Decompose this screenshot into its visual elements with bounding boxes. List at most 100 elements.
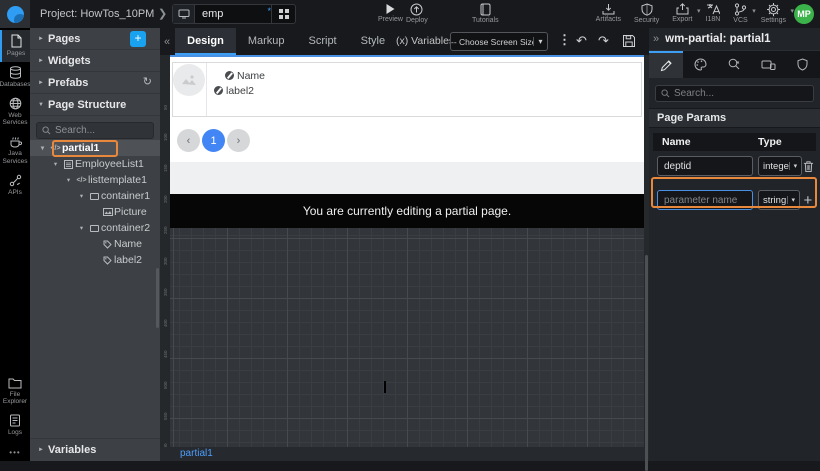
- open-file-tab[interactable]: emp *: [172, 4, 296, 24]
- artifacts-icon: [602, 3, 615, 15]
- picture-cell[interactable]: [173, 63, 207, 116]
- project-name: Project: HowTos_10PM: [40, 8, 154, 20]
- tree-arrow-icon[interactable]: ▾: [36, 144, 49, 152]
- translate-icon: [706, 3, 720, 15]
- chevron-right-icon[interactable]: ❯: [158, 7, 167, 20]
- tree-scrollbar[interactable]: [156, 268, 159, 328]
- section-variables[interactable]: ► Variables: [30, 438, 160, 461]
- delete-param-button[interactable]: [802, 160, 816, 173]
- rail-item-file-explorer[interactable]: File Explorer: [0, 373, 30, 411]
- add-page-button[interactable]: +: [130, 31, 146, 47]
- list-pagination: ‹ 1 ›: [177, 129, 250, 152]
- preview-button[interactable]: Preview: [378, 3, 403, 23]
- section-pages[interactable]: ► Pages +: [30, 28, 160, 50]
- tree-item-listtemplate1[interactable]: ▾ </> listtemplate1: [30, 172, 160, 188]
- page-structure-tree: ▾ </> partial1 ▾ EmployeeList1 ▾ </> lis…: [30, 140, 160, 268]
- tab-devices[interactable]: [752, 51, 786, 78]
- undo-button[interactable]: ↶: [576, 33, 587, 49]
- tree-item-name[interactable]: Name: [30, 236, 160, 252]
- redo-button[interactable]: ↷: [598, 33, 609, 49]
- tab-design[interactable]: Design: [175, 28, 236, 55]
- name-label-widget[interactable]: Name: [207, 68, 641, 83]
- structure-search-input[interactable]: [55, 125, 145, 136]
- properties-search-input[interactable]: [674, 88, 794, 99]
- section-page-structure[interactable]: ▼ Page Structure: [30, 94, 160, 116]
- security-button[interactable]: Security: [634, 3, 659, 24]
- rail-item-web-services[interactable]: Web Services: [0, 93, 30, 132]
- page-params-section-header[interactable]: Page Params: [649, 108, 820, 128]
- canvas-grid-area[interactable]: [170, 228, 644, 447]
- properties-panel: » wm-partial: partial1 Page Params Name …: [649, 28, 820, 461]
- api-icon: [9, 174, 22, 187]
- properties-search[interactable]: [655, 85, 814, 102]
- tree-arrow-icon[interactable]: ▾: [75, 224, 88, 232]
- tree-item-partial1[interactable]: ▾ </> partial1: [30, 140, 160, 156]
- rail-item-databases[interactable]: Databases: [0, 62, 30, 93]
- rail-item-pages[interactable]: Pages: [0, 30, 30, 62]
- image-icon: [101, 208, 114, 216]
- collapsed-arrow-icon: ►: [38, 58, 48, 64]
- expand-right-panel-icon[interactable]: »: [653, 33, 659, 45]
- scrollbar-thumb[interactable]: [645, 255, 648, 471]
- pagination-next-button[interactable]: ›: [227, 129, 250, 152]
- column-header-type: Type: [758, 136, 782, 148]
- user-avatar[interactable]: MP: [794, 4, 814, 24]
- employee-list-item[interactable]: Name label2: [172, 62, 642, 117]
- more-menu-icon[interactable]: ⋮: [558, 32, 571, 48]
- rail-item-logs[interactable]: Logs: [0, 410, 30, 441]
- rail-item-apis[interactable]: APIs: [0, 170, 30, 201]
- param-type-select[interactable]: intege ▾: [758, 156, 802, 176]
- artifacts-button[interactable]: Artifacts: [596, 3, 621, 24]
- pages-grid-icon[interactable]: [271, 5, 295, 23]
- structure-search[interactable]: [36, 122, 154, 139]
- list-widget-icon: [62, 160, 75, 169]
- tutorials-button[interactable]: Tutorials: [472, 3, 499, 24]
- new-param-name-input[interactable]: [657, 190, 753, 210]
- picture-placeholder: [173, 64, 205, 96]
- bind-indicator-icon: [214, 86, 223, 95]
- param-name-input[interactable]: [657, 156, 753, 176]
- pagination-prev-button[interactable]: ‹: [177, 129, 200, 152]
- collapsed-arrow-icon: ►: [38, 36, 48, 42]
- git-branch-icon: [734, 3, 747, 16]
- deploy-button[interactable]: Deploy: [406, 3, 428, 24]
- add-param-button[interactable]: +: [800, 192, 816, 209]
- canvas-status-bar: partial1: [160, 447, 644, 461]
- settings-button[interactable]: Settings ▾: [761, 3, 786, 24]
- partial-empty-area[interactable]: [170, 162, 644, 194]
- tree-item-container1[interactable]: ▾ container1: [30, 188, 160, 204]
- pagination-page-1[interactable]: 1: [202, 129, 225, 152]
- tree-arrow-icon[interactable]: ▾: [49, 160, 62, 168]
- screen-size-select[interactable]: -- Choose Screen Size -- ▾: [450, 32, 548, 51]
- refresh-icon[interactable]: ↻: [143, 75, 152, 88]
- tree-arrow-icon[interactable]: ▾: [62, 176, 75, 184]
- tab-script[interactable]: Script: [297, 28, 349, 55]
- tree-item-container2[interactable]: ▾ container2: [30, 220, 160, 236]
- more-options-icon[interactable]: •••: [0, 448, 30, 457]
- collapse-left-panel-icon[interactable]: «: [160, 36, 175, 48]
- wavemaker-logo[interactable]: [0, 0, 30, 28]
- new-param-type-select[interactable]: string ▾: [758, 190, 800, 210]
- tree-item-picture[interactable]: Picture: [30, 204, 160, 220]
- vcs-button[interactable]: VCS ▾: [733, 3, 747, 24]
- section-widgets[interactable]: ► Widgets: [30, 50, 160, 72]
- export-button[interactable]: Export ▾: [672, 3, 692, 24]
- rail-item-java-services[interactable]: Java Services: [0, 131, 30, 170]
- tab-markup[interactable]: Markup: [236, 28, 297, 55]
- top-bar: Project: HowTos_10PM ❯ emp * Preview Dep…: [0, 0, 820, 28]
- save-button[interactable]: [622, 34, 636, 48]
- tab-styles[interactable]: [683, 51, 717, 78]
- tree-item-employeelist1[interactable]: ▾ EmployeeList1: [30, 156, 160, 172]
- partial-page-preview[interactable]: Name label2 ‹ 1 ›: [170, 57, 644, 162]
- tab-search-properties[interactable]: [717, 51, 751, 78]
- tree-item-label2[interactable]: label2: [30, 252, 160, 268]
- section-prefabs[interactable]: ► Prefabs ↻: [30, 72, 160, 94]
- label2-widget[interactable]: label2: [207, 83, 641, 98]
- status-partial-link[interactable]: partial1: [180, 448, 213, 459]
- caret-down-icon: ▾: [697, 7, 701, 15]
- tab-security-roles[interactable]: [786, 51, 820, 78]
- i18n-button[interactable]: I18N: [706, 3, 721, 24]
- tree-arrow-icon[interactable]: ▾: [75, 192, 88, 200]
- tab-properties[interactable]: [649, 51, 683, 78]
- tab-style[interactable]: Style: [349, 28, 397, 55]
